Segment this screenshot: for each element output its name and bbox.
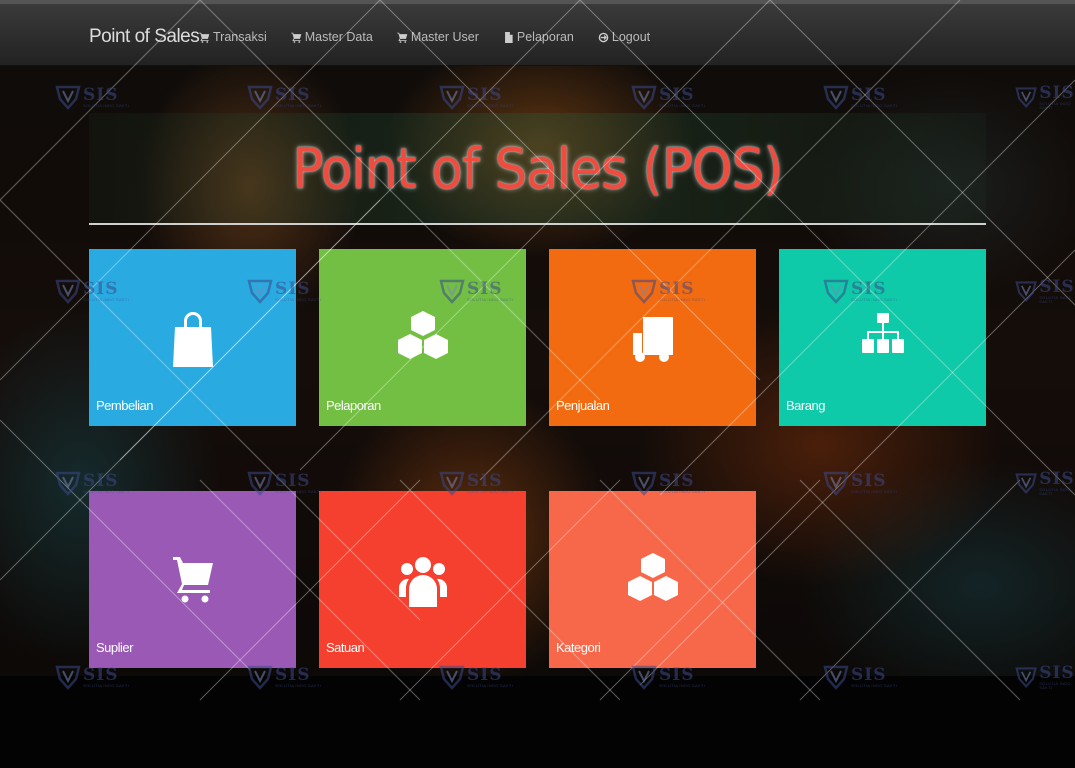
sitemap-icon — [861, 313, 904, 353]
navbar-brand[interactable]: Point of Sales — [89, 26, 200, 48]
page-title: Point of Sales (POS) — [292, 137, 784, 202]
cubes-icon — [397, 311, 448, 359]
nav-item-pelaporan[interactable]: Pelaporan — [503, 30, 574, 44]
nav-item-label: Transaksi — [213, 30, 267, 44]
cart-icon — [290, 32, 302, 43]
cart-icon — [172, 557, 213, 603]
shopping-bag-icon — [172, 312, 213, 367]
tile-satuan[interactable]: Satuan — [319, 491, 526, 668]
nav-item-master-user[interactable]: Master User — [396, 30, 479, 44]
tile-pelaporan[interactable]: Pelaporan — [319, 249, 526, 426]
tile-kategori[interactable]: Kategori — [549, 491, 756, 668]
tile-suplier[interactable]: Suplier — [89, 491, 296, 668]
tile-label: Penjualan — [556, 398, 610, 413]
nav-item-master-data[interactable]: Master Data — [290, 30, 373, 44]
nav-item-label: Logout — [611, 30, 651, 44]
page-footer-area — [0, 676, 1075, 768]
tile-label: Barang — [786, 398, 825, 413]
cart-icon — [396, 32, 408, 43]
hero-banner: Point of Sales (POS) — [89, 113, 986, 225]
tile-penjualan[interactable]: Penjualan — [549, 249, 756, 426]
tile-label: Suplier — [96, 640, 133, 655]
truck-icon — [632, 317, 673, 362]
tile-barang[interactable]: Barang — [779, 249, 986, 426]
nav-item-logout[interactable]: Logout — [598, 30, 650, 44]
navbar: Point of Sales Transaksi Master Data Mas… — [0, 0, 1075, 66]
users-icon — [398, 557, 447, 607]
navbar-menu: Transaksi Master Data Master User Pelapo… — [199, 30, 650, 44]
tile-label: Kategori — [556, 640, 601, 655]
tile-label: Satuan — [326, 640, 365, 655]
cart-icon — [199, 32, 210, 43]
file-icon — [504, 31, 513, 43]
nav-item-label: Master Data — [304, 30, 373, 44]
logout-icon — [598, 32, 609, 42]
cubes-icon — [627, 553, 678, 601]
nav-item-label: Pelaporan — [516, 30, 574, 44]
tile-label: Pelaporan — [326, 398, 381, 413]
nav-item-label: Master User — [410, 30, 479, 44]
tile-label: Pembelian — [96, 398, 153, 413]
tile-pembelian[interactable]: Pembelian — [89, 249, 296, 426]
nav-item-transaksi[interactable]: Transaksi — [199, 30, 267, 44]
